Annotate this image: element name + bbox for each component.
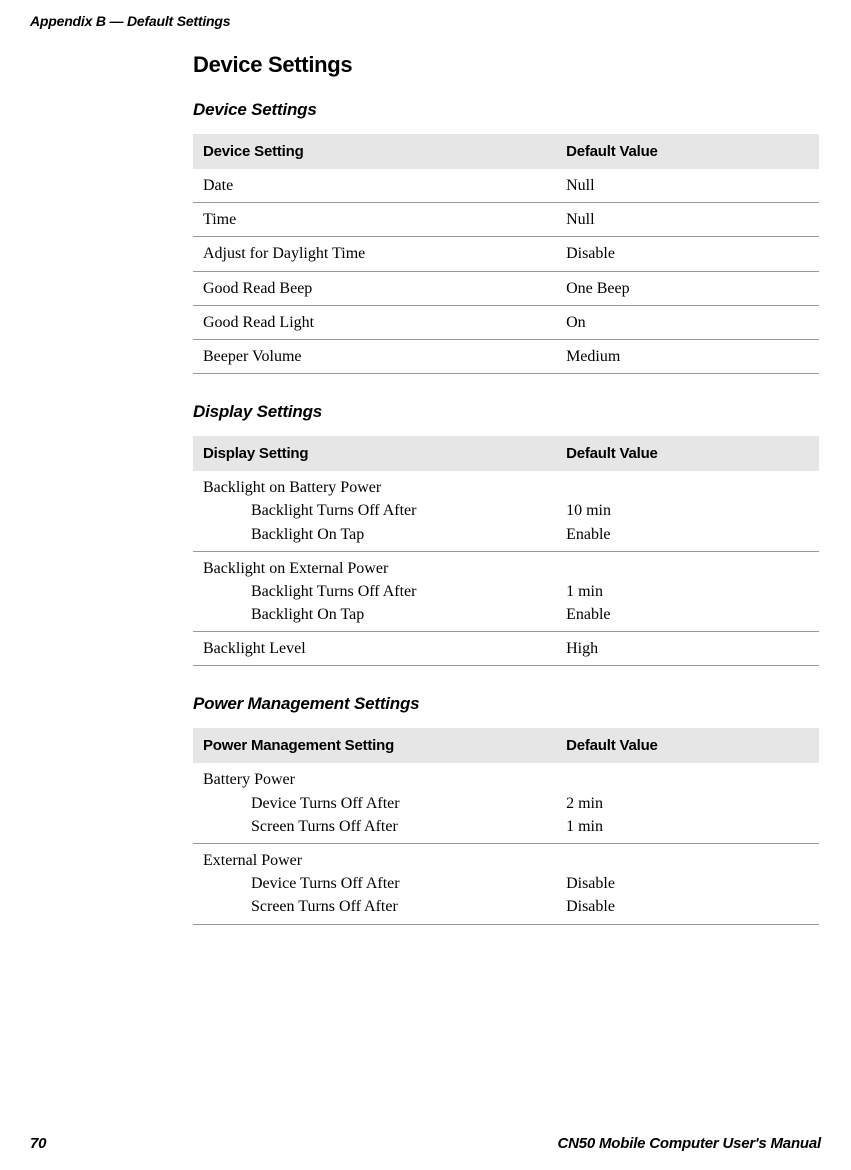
value-cell: 10 minEnable — [556, 471, 819, 551]
setting-cell: Good Read Beep — [193, 271, 556, 305]
setting-cell: Beeper Volume — [193, 339, 556, 373]
table-row: TimeNull — [193, 203, 819, 237]
sub-value: 2 min — [566, 792, 809, 815]
setting-cell: Backlight Level — [193, 632, 556, 666]
sub-value: Disable — [566, 872, 809, 895]
table-title: Device Settings — [193, 100, 819, 120]
sub-value: Enable — [566, 523, 809, 546]
sub-value: Disable — [566, 895, 809, 918]
sub-setting: Backlight On Tap — [203, 603, 546, 626]
column-header-setting: Power Management Setting — [193, 728, 556, 763]
value-cell: 2 min1 min — [556, 763, 819, 843]
setting-cell: Battery PowerDevice Turns Off AfterScree… — [193, 763, 556, 843]
sub-setting: Screen Turns Off After — [203, 815, 546, 838]
manual-title: CN50 Mobile Computer User's Manual — [558, 1135, 822, 1152]
table-row: External PowerDevice Turns Off AfterScre… — [193, 844, 819, 925]
column-header-setting: Display Setting — [193, 436, 556, 471]
page-number: 70 — [30, 1135, 46, 1152]
sub-setting: Backlight Turns Off After — [203, 499, 546, 522]
setting-cell: Backlight on External PowerBacklight Tur… — [193, 551, 556, 632]
value-cell: On — [556, 305, 819, 339]
section-title: Device Settings — [193, 52, 819, 78]
value-cell: High — [556, 632, 819, 666]
table-row: Good Read BeepOne Beep — [193, 271, 819, 305]
table-row: Backlight on Battery PowerBacklight Turn… — [193, 471, 819, 551]
value-cell: Disable — [556, 237, 819, 271]
setting-cell: Date — [193, 169, 556, 203]
sub-setting: Device Turns Off After — [203, 792, 546, 815]
settings-table: Device SettingDefault ValueDateNullTimeN… — [193, 134, 819, 374]
setting-cell: Time — [193, 203, 556, 237]
sub-setting: Backlight On Tap — [203, 523, 546, 546]
settings-table: Display SettingDefault ValueBacklight on… — [193, 436, 819, 666]
sub-value: 1 min — [566, 815, 809, 838]
sub-value: 10 min — [566, 499, 809, 522]
value-cell: Medium — [556, 339, 819, 373]
page-content: Device Settings Device Settings Device Se… — [193, 52, 819, 953]
column-header-value: Default Value — [556, 134, 819, 169]
table-title: Power Management Settings — [193, 694, 819, 714]
table-row: Good Read LightOn — [193, 305, 819, 339]
column-header-value: Default Value — [556, 436, 819, 471]
running-header: Appendix B — Default Settings — [30, 13, 821, 29]
setting-cell: Good Read Light — [193, 305, 556, 339]
setting-cell: Backlight on Battery PowerBacklight Turn… — [193, 471, 556, 551]
settings-table: Power Management SettingDefault ValueBat… — [193, 728, 819, 924]
table-title: Display Settings — [193, 402, 819, 422]
value-cell: Null — [556, 203, 819, 237]
column-header-value: Default Value — [556, 728, 819, 763]
page-footer: 70 CN50 Mobile Computer User's Manual — [30, 1135, 821, 1152]
sub-value: Enable — [566, 603, 809, 626]
sub-setting: Screen Turns Off After — [203, 895, 546, 918]
sub-setting: Device Turns Off After — [203, 872, 546, 895]
table-row: Backlight LevelHigh — [193, 632, 819, 666]
sub-setting: Backlight Turns Off After — [203, 580, 546, 603]
table-row: Adjust for Daylight TimeDisable — [193, 237, 819, 271]
table-row: DateNull — [193, 169, 819, 203]
value-cell: Null — [556, 169, 819, 203]
sub-value: 1 min — [566, 580, 809, 603]
setting-cell: External PowerDevice Turns Off AfterScre… — [193, 844, 556, 925]
table-row: Battery PowerDevice Turns Off AfterScree… — [193, 763, 819, 843]
setting-cell: Adjust for Daylight Time — [193, 237, 556, 271]
value-cell: 1 minEnable — [556, 551, 819, 632]
value-cell: DisableDisable — [556, 844, 819, 925]
column-header-setting: Device Setting — [193, 134, 556, 169]
table-row: Beeper VolumeMedium — [193, 339, 819, 373]
table-row: Backlight on External PowerBacklight Tur… — [193, 551, 819, 632]
value-cell: One Beep — [556, 271, 819, 305]
